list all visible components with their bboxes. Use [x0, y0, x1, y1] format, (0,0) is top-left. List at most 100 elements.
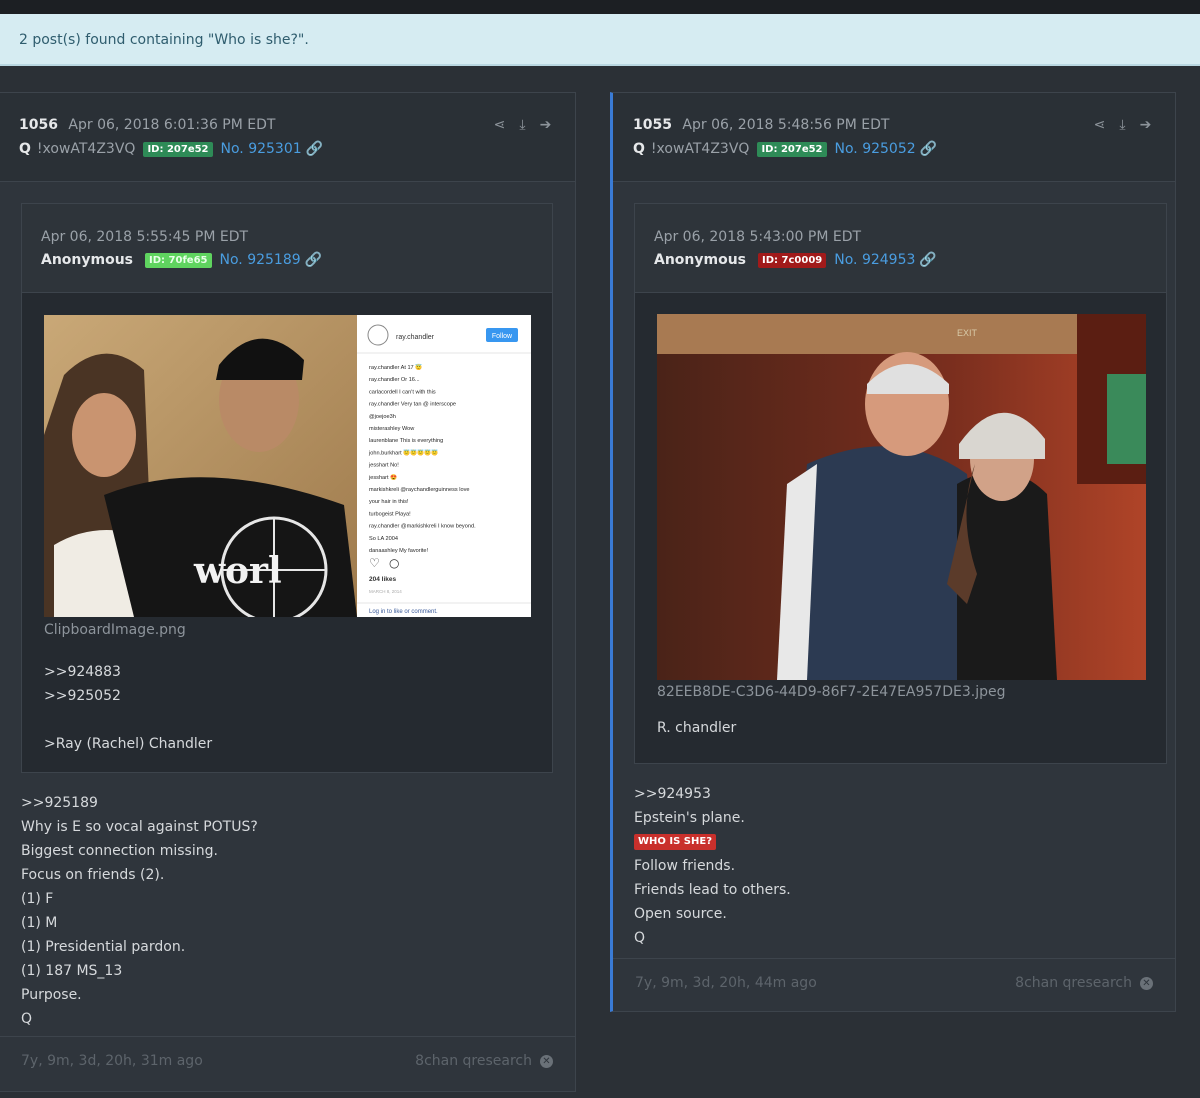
ig-comment-line: carlacordell I can't with this — [369, 389, 436, 395]
ig-likes: 204 likes — [369, 576, 396, 583]
poster-id-badge: ID: 7c0009 — [758, 252, 827, 268]
source-label: 8chan qresearch — [1015, 975, 1132, 991]
source-label: 8chan qresearch — [415, 1053, 532, 1069]
post-header: 1055 Apr 06, 2018 5:48:56 PM EDT Q !xowA… — [613, 93, 1175, 182]
body-line: Biggest connection missing. — [21, 843, 218, 859]
image-filename[interactable]: ClipboardImage.png — [44, 622, 186, 638]
post-date: Apr 06, 2018 6:01:36 PM EDT — [68, 117, 276, 133]
attached-image[interactable]: worl ray.chandler Follow ray.chandler At… — [44, 315, 531, 617]
post-card-1056: 1056 Apr 06, 2018 6:01:36 PM EDT Q !xowA… — [0, 92, 576, 1092]
body-line: Follow friends. — [634, 858, 736, 874]
quote-line[interactable]: >>924883 — [44, 660, 212, 684]
download-icon[interactable]: ⤓ — [1115, 117, 1130, 133]
body-line: Q — [634, 930, 646, 946]
body-line[interactable]: >>924953 — [634, 782, 791, 806]
forward-icon[interactable]: ➔ — [1138, 117, 1153, 133]
ig-comment-line: misterashley Wow — [369, 426, 415, 432]
ig-comment-line: ray.chandler Or 16... — [369, 377, 420, 383]
top-bar — [0, 0, 1200, 14]
post-author: Q — [19, 141, 31, 157]
ig-comment-line: laurenblane This is everything — [369, 438, 443, 444]
body-line: Open source. — [634, 906, 727, 922]
exit-sign: EXIT — [957, 328, 978, 338]
post-number: 1055 — [633, 117, 672, 133]
quote-line: >Ray (Rachel) Chandler — [44, 736, 213, 752]
body-line: Friends lead to others. — [634, 882, 791, 898]
body-line: Purpose. — [21, 987, 82, 1003]
ig-comment-line: markishkreli @raychandlerguinness love — [369, 487, 470, 493]
post-age: 7y, 9m, 3d, 20h, 31m ago — [21, 1053, 203, 1069]
image-filename[interactable]: 82EEB8DE-C3D6-44D9-86F7-2E47EA957DE3.jpe… — [657, 684, 1005, 700]
ig-comment-line: your hair in this! — [369, 499, 409, 505]
link-icon[interactable]: 🔗 — [306, 141, 323, 157]
quoted-post-header: Apr 06, 2018 5:55:45 PM EDT Anonymous ID… — [22, 204, 552, 293]
poster-id-badge: ID: 70fe65 — [145, 252, 212, 268]
body-line: (1) Presidential pardon. — [21, 939, 186, 955]
post-body: >>924953 Epstein's plane. WHO IS SHE? Fo… — [634, 782, 791, 950]
ig-username: ray.chandler — [396, 334, 435, 341]
post-age: 7y, 9m, 3d, 20h, 44m ago — [635, 975, 817, 991]
post-tripcode: !xowAT4Z3VQ — [650, 141, 750, 157]
post-header: 1056 Apr 06, 2018 6:01:36 PM EDT Q !xowA… — [0, 93, 575, 182]
body-line: Q — [21, 1011, 33, 1027]
ig-follow-button[interactable]: Follow — [492, 333, 513, 340]
post-footer: 7y, 9m, 3d, 20h, 44m ago 8chan qresearch… — [613, 958, 1175, 1011]
link-icon[interactable]: 🔗 — [919, 252, 936, 268]
search-term-highlight: WHO IS SHE? — [634, 834, 716, 850]
comment-icon: ○ — [389, 556, 399, 570]
heart-icon: ♡ — [369, 556, 380, 570]
post-tripcode: !xowAT4Z3VQ — [36, 141, 136, 157]
body-line: (1) M — [21, 915, 58, 931]
ig-comment-line: john.burkhart 😇😇😇😇😇 — [368, 448, 438, 456]
post-card-1055: 1055 Apr 06, 2018 5:48:56 PM EDT Q !xowA… — [610, 92, 1176, 1012]
post-source[interactable]: 8chan qresearch ✕ — [1015, 975, 1153, 991]
close-icon[interactable]: ✕ — [1140, 976, 1153, 990]
post-no-link[interactable]: No. 925052 — [835, 141, 916, 157]
post-number: 1056 — [19, 117, 58, 133]
ig-comment-line: So LA 2004 — [369, 536, 398, 542]
quoted-post: Apr 06, 2018 5:55:45 PM EDT Anonymous ID… — [21, 203, 553, 773]
post-date: Apr 06, 2018 5:48:56 PM EDT — [682, 117, 890, 133]
ig-comment-line: danaashley My favorite! — [369, 548, 429, 554]
ig-date: MARCH 8, 2014 — [369, 589, 402, 594]
post-body: >>925189 Why is E so vocal against POTUS… — [21, 791, 258, 1031]
quoted-post-header: Apr 06, 2018 5:43:00 PM EDT Anonymous ID… — [635, 204, 1166, 293]
ig-comment-line: ray.chandler At 17 😇 — [369, 363, 422, 371]
post-no-link[interactable]: No. 925301 — [221, 141, 302, 157]
search-result-banner: 2 post(s) found containing "Who is she?"… — [0, 14, 1200, 66]
body-line: (1) 187 MS_13 — [21, 963, 123, 979]
link-icon[interactable]: 🔗 — [305, 252, 322, 268]
quote-line — [44, 708, 212, 732]
ig-comment-line: ray.chandler Very tan @ interscope — [369, 402, 456, 408]
download-icon[interactable]: ⤓ — [515, 117, 530, 133]
quoted-post-body: >>924883 >>925052 >Ray (Rachel) Chandler — [44, 660, 212, 756]
body-line[interactable]: >>925189 — [21, 791, 258, 815]
quoted-post-author: Anonymous — [41, 252, 134, 268]
shirt-text: worl — [193, 550, 282, 592]
body-line: (1) F — [21, 891, 54, 907]
post-footer: 7y, 9m, 3d, 20h, 31m ago 8chan qresearch… — [0, 1036, 575, 1091]
quoted-post-body: R. chandler — [657, 716, 736, 740]
ig-comment-line: turbogeist Playa! — [369, 511, 411, 517]
close-icon[interactable]: ✕ — [540, 1054, 553, 1068]
forward-icon[interactable]: ➔ — [538, 117, 553, 133]
share-icon[interactable]: ⋖ — [492, 117, 507, 133]
ig-comment-line: ray.chandler @markishkreli I know beyond… — [369, 524, 476, 530]
quoted-post-no-link[interactable]: No. 925189 — [220, 252, 301, 268]
ig-login-prompt[interactable]: Log in to like or comment. — [369, 609, 438, 615]
body-line: Epstein's plane. — [634, 810, 745, 826]
post-source[interactable]: 8chan qresearch ✕ — [415, 1053, 553, 1069]
body-line: Why is E so vocal against POTUS? — [21, 819, 258, 835]
attached-image[interactable]: EXIT — [657, 314, 1146, 680]
quoted-post-author: Anonymous — [654, 252, 747, 268]
quoted-post-date: Apr 06, 2018 5:43:00 PM EDT — [654, 229, 862, 245]
share-icon[interactable]: ⋖ — [1092, 117, 1107, 133]
ig-comment-line: @joejoe3h — [369, 414, 396, 420]
poster-id-badge: ID: 207e52 — [143, 141, 213, 157]
quoted-post-date: Apr 06, 2018 5:55:45 PM EDT — [41, 229, 249, 245]
quoted-post-no-link[interactable]: No. 924953 — [834, 252, 915, 268]
body-line: Focus on friends (2). — [21, 867, 165, 883]
quote-line[interactable]: >>925052 — [44, 684, 212, 708]
poster-id-badge: ID: 207e52 — [757, 141, 827, 157]
link-icon[interactable]: 🔗 — [920, 141, 937, 157]
